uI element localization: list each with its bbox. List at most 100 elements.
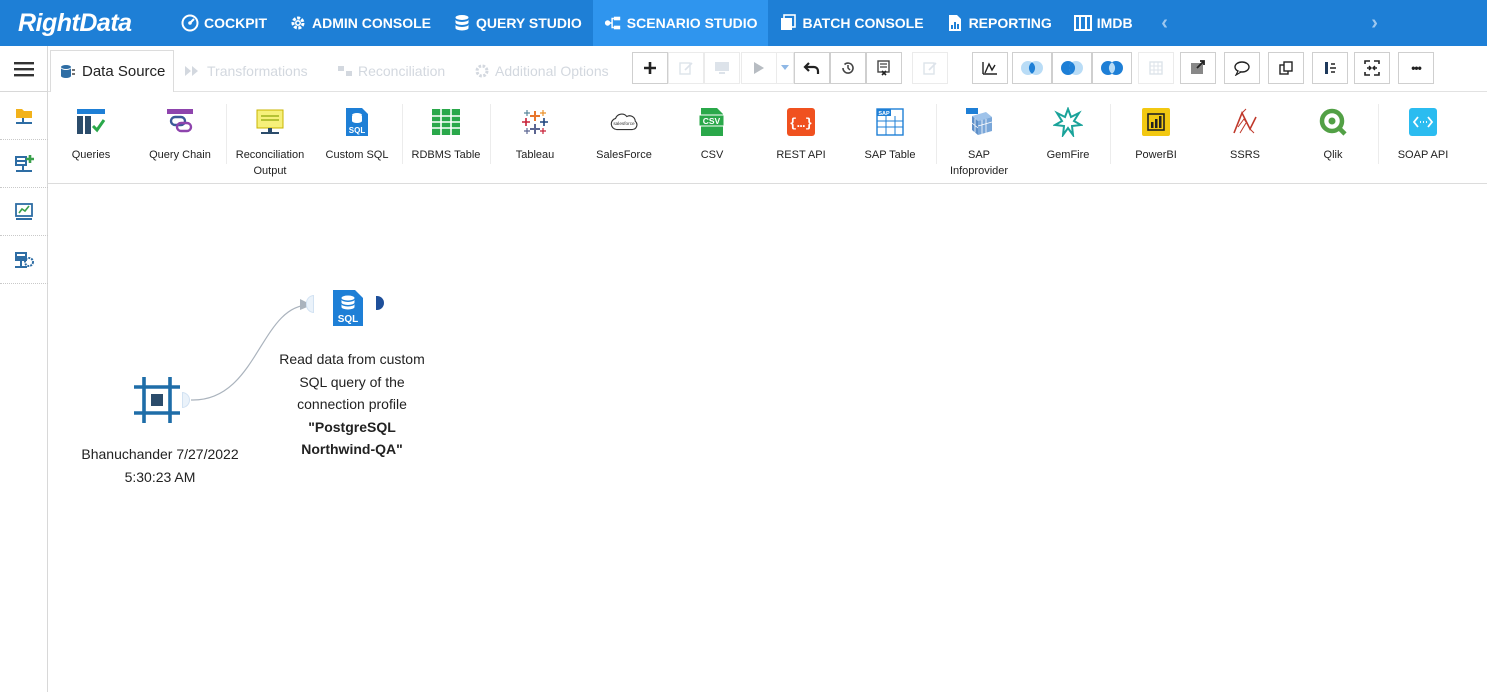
sql-node-profile-line1: "PostgreSQL xyxy=(308,418,396,435)
add-table-icon xyxy=(15,154,34,172)
palette-soap-api[interactable]: SOAP API xyxy=(1388,92,1458,184)
tab-toolbar-row: Data Source Transformations Reconciliati… xyxy=(48,46,1487,92)
options-gear-icon xyxy=(475,64,489,78)
palette-gemfire[interactable]: GemFire xyxy=(1036,92,1100,184)
nav-scroll-left-button[interactable]: ‹ xyxy=(1150,12,1180,35)
export-button[interactable] xyxy=(1180,52,1216,84)
start-node[interactable] xyxy=(134,377,180,423)
report-button[interactable] xyxy=(866,52,902,84)
sql-node-desc-line1: Read data from custom xyxy=(279,351,425,367)
palette-csv[interactable]: CSV CSV xyxy=(682,92,742,184)
data-source-palette: Queries Query Chain Reconciliation Outpu… xyxy=(48,92,1487,184)
tab-additional-options[interactable]: Additional Options xyxy=(474,50,609,92)
palette-query-chain[interactable]: Query Chain xyxy=(144,92,216,184)
palette-sap-table[interactable]: SAP SAP Table xyxy=(856,92,924,184)
edit-button[interactable] xyxy=(668,52,704,84)
run-icon xyxy=(754,62,764,74)
palette-reconciliation-output[interactable]: Reconciliation Output xyxy=(230,92,310,184)
rail-add-scenario-button[interactable] xyxy=(0,140,48,188)
compare-button[interactable] xyxy=(1354,52,1390,84)
palette-separator xyxy=(936,104,937,164)
preview-button[interactable] xyxy=(704,52,740,84)
start-node-label: Bhanuchander 7/27/2022 5:30:23 AM xyxy=(66,443,254,488)
left-join-icon xyxy=(1021,61,1043,75)
top-navigation-bar: RightData COCKPIT ADMIN CONSOLE QUERY ST… xyxy=(0,0,1487,46)
logo-text: RightData xyxy=(18,8,132,37)
start-node-label-line2: 5:30:23 AM xyxy=(124,468,196,485)
palette-tableau[interactable]: Tableau xyxy=(504,92,566,184)
more-icon: ••• xyxy=(1411,61,1422,75)
nav-query-studio[interactable]: QUERY STUDIO xyxy=(442,0,593,46)
nav-scenario-studio[interactable]: SCENARIO STUDIO xyxy=(592,0,769,46)
palette-separator xyxy=(226,104,227,164)
nav-imdb[interactable]: IMDB xyxy=(1063,0,1144,46)
sql-node-description: Read data from custom SQL query of the c… xyxy=(262,348,442,461)
powerbi-icon xyxy=(1141,107,1171,137)
undo-icon xyxy=(803,62,820,74)
imdb-icon xyxy=(1073,14,1092,32)
notes-button[interactable] xyxy=(912,52,948,84)
chart-icon xyxy=(982,62,997,75)
palette-ssrs[interactable]: SSRS xyxy=(1214,92,1276,184)
nav-scroll-right-button[interactable]: › xyxy=(1360,12,1390,35)
left-join-button[interactable] xyxy=(1012,52,1052,84)
palette-salesforce[interactable]: salesforce SalesForce xyxy=(588,92,660,184)
inner-join-button[interactable] xyxy=(1052,52,1092,84)
nav-admin-console[interactable]: ADMIN CONSOLE xyxy=(278,0,442,46)
palette-sap-infoprovider[interactable]: SAP Infoprovider xyxy=(940,92,1018,184)
palette-separator xyxy=(1378,104,1379,164)
rail-open-folder-button[interactable] xyxy=(0,92,48,140)
palette-tableau-label: Tableau xyxy=(515,149,555,161)
monitor-chart-icon xyxy=(15,202,33,220)
copy-button[interactable] xyxy=(1268,52,1304,84)
chart-button[interactable] xyxy=(972,52,1008,84)
tab-reconciliation[interactable]: Reconciliation xyxy=(337,50,445,92)
rail-dashboard-button[interactable] xyxy=(0,188,48,236)
nav-reporting[interactable]: REPORTING xyxy=(935,0,1063,46)
app-logo[interactable]: RightData xyxy=(0,0,170,46)
more-options-button[interactable]: ••• xyxy=(1398,52,1434,84)
csv-icon: CSV xyxy=(697,107,727,137)
run-dropdown-button[interactable] xyxy=(777,52,794,84)
scenario-icon xyxy=(604,14,622,32)
split-button[interactable] xyxy=(1312,52,1348,84)
palette-custom-sql[interactable]: SQL Custom SQL xyxy=(320,92,394,184)
palette-qlik[interactable]: Qlik xyxy=(1304,92,1362,184)
palette-rest-api[interactable]: {…} REST API xyxy=(768,92,834,184)
plug-database-icon xyxy=(61,64,75,78)
nav-scenario-studio-label: SCENARIO STUDIO xyxy=(626,15,758,31)
notes-icon xyxy=(923,62,937,75)
palette-powerbi[interactable]: PowerBI xyxy=(1124,92,1188,184)
tab-reconciliation-label: Reconciliation xyxy=(358,63,446,79)
salesforce-icon: salesforce xyxy=(609,107,639,137)
add-icon xyxy=(644,62,656,74)
history-button[interactable] xyxy=(830,52,866,84)
custom-sql-node[interactable]: SQL xyxy=(331,289,365,327)
hamburger-icon xyxy=(14,61,34,76)
nav-cockpit[interactable]: COCKPIT xyxy=(170,0,278,46)
tab-data-source[interactable]: Data Source xyxy=(50,50,174,92)
report-icon xyxy=(946,14,964,32)
start-node-icon xyxy=(134,377,180,423)
grid-button[interactable] xyxy=(1138,52,1174,84)
svg-text:SAP: SAP xyxy=(878,111,890,117)
undo-button[interactable] xyxy=(794,52,830,84)
scenario-canvas[interactable]: Bhanuchander 7/27/2022 5:30:23 AM SQL Re… xyxy=(48,184,1487,692)
nav-batch-console[interactable]: BATCH CONSOLE xyxy=(768,0,934,46)
qlik-icon xyxy=(1318,107,1348,137)
run-button[interactable] xyxy=(741,52,777,84)
sap-infoprovider-icon xyxy=(964,107,994,137)
palette-rdbms-table[interactable]: RDBMS Table xyxy=(406,92,486,184)
menu-toggle-button[interactable] xyxy=(0,46,48,92)
palette-separator xyxy=(402,104,403,164)
rail-settings-button[interactable] xyxy=(0,236,48,284)
sql-node-input-port[interactable] xyxy=(306,295,314,313)
tab-transformations[interactable]: Transformations xyxy=(184,50,308,92)
palette-queries[interactable]: Queries xyxy=(60,92,122,184)
nav-batch-console-label: BATCH CONSOLE xyxy=(802,15,924,31)
outer-join-button[interactable] xyxy=(1092,52,1132,84)
palette-salesforce-label: SalesForce xyxy=(596,149,652,161)
palette-custom-sql-label: Custom SQL xyxy=(325,149,389,161)
add-node-button[interactable] xyxy=(632,52,668,84)
comment-button[interactable] xyxy=(1224,52,1260,84)
